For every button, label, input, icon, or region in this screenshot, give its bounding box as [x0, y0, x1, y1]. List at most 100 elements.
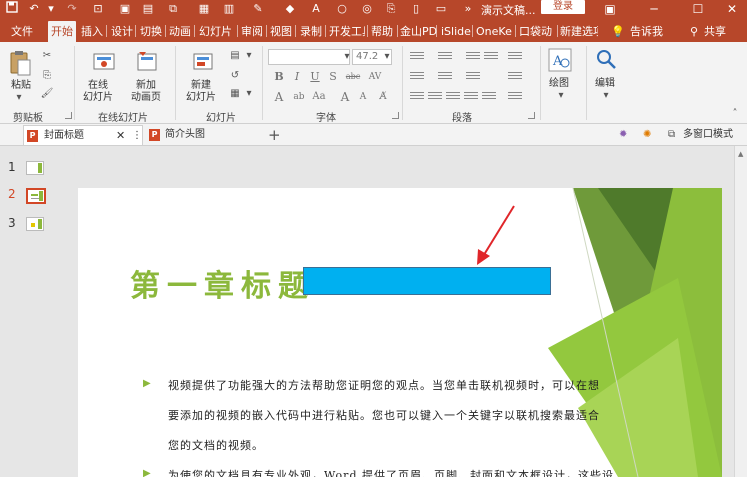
- editing-icon[interactable]: [595, 48, 617, 73]
- section-dropdown-icon[interactable]: ▾: [242, 88, 256, 100]
- tab-file[interactable]: 文件: [11, 23, 33, 40]
- save-icon[interactable]: [4, 1, 20, 17]
- maximize-icon[interactable]: ☐: [684, 1, 712, 17]
- clear-format-icon[interactable]: A̸: [376, 90, 390, 104]
- decrease-indent-icon[interactable]: [466, 52, 480, 62]
- font-color-icon[interactable]: A: [308, 1, 324, 17]
- document-icon[interactable]: ▯: [408, 1, 424, 17]
- font-color-button-icon[interactable]: A: [272, 90, 286, 104]
- online-slides-icon[interactable]: [93, 51, 115, 76]
- add-tab-button[interactable]: +: [268, 125, 281, 145]
- tab-slideshow[interactable]: 幻灯片: [199, 23, 235, 40]
- smartart-icon[interactable]: [466, 72, 480, 82]
- bold-icon[interactable]: B: [272, 70, 286, 84]
- share-button[interactable]: 共享: [704, 23, 726, 40]
- login-button[interactable]: 登录: [541, 0, 585, 14]
- drawing-dropdown-icon[interactable]: ▾: [554, 90, 568, 102]
- plugin-icon[interactable]: ✹: [619, 125, 627, 145]
- distributed-icon[interactable]: [482, 92, 496, 102]
- section-icon[interactable]: ▦: [228, 88, 242, 100]
- slide-thumbnail-selected[interactable]: [26, 188, 46, 204]
- tab-oneke[interactable]: OneKe: [476, 23, 512, 40]
- page-icon[interactable]: ▤: [140, 1, 156, 17]
- new-slide-icon[interactable]: [193, 51, 215, 76]
- vertical-scrollbar[interactable]: ▲: [734, 146, 747, 477]
- slide-title[interactable]: 第一章标题: [130, 261, 315, 305]
- layout-dropdown-icon[interactable]: ▾: [242, 50, 256, 62]
- clipboard-launcher-icon[interactable]: [65, 112, 72, 119]
- tab-design[interactable]: 设计: [111, 23, 133, 40]
- multi-window-mode-button[interactable]: 多窗口模式: [683, 125, 733, 145]
- tab-developer[interactable]: 开发工具: [329, 23, 365, 40]
- pen-icon[interactable]: ✎: [250, 1, 266, 17]
- start-from-beginning-icon[interactable]: ⊡: [90, 1, 106, 17]
- close-icon[interactable]: ✕: [718, 1, 746, 17]
- new-animation-page-button[interactable]: 新加 动画页: [131, 80, 161, 104]
- paste-label[interactable]: 粘贴: [11, 80, 31, 92]
- layout-icon[interactable]: ▤: [228, 50, 242, 62]
- tell-me-box[interactable]: 告诉我: [630, 23, 663, 40]
- ribbon-display-options-icon[interactable]: ▣: [596, 1, 624, 17]
- paste-icon[interactable]: [10, 50, 32, 81]
- highlight-icon[interactable]: ab: [292, 90, 306, 104]
- copy-small-icon[interactable]: ⎘: [40, 70, 54, 82]
- drawing-icon[interactable]: A: [548, 48, 572, 75]
- change-case-icon[interactable]: Aa: [312, 90, 326, 104]
- blue-rectangle-shape[interactable]: [303, 267, 551, 295]
- editing-dropdown-icon[interactable]: ▾: [599, 90, 613, 102]
- tab-home[interactable]: 开始: [48, 21, 76, 42]
- tab-view[interactable]: 视图: [270, 23, 292, 40]
- new-slide-button[interactable]: 新建 幻灯片: [186, 80, 216, 104]
- editing-button[interactable]: 编辑: [595, 78, 615, 90]
- arrange-icon[interactable]: ⧉: [165, 1, 181, 17]
- text-direction-icon[interactable]: [410, 72, 424, 82]
- online-slides-button[interactable]: 在线 幻灯片: [83, 80, 113, 104]
- tab-pocket-animation[interactable]: 口袋动: [519, 23, 552, 40]
- justify-icon[interactable]: [464, 92, 478, 102]
- increase-font-icon[interactable]: A: [338, 90, 352, 104]
- doc-tab-intro-image[interactable]: P 简介头图: [146, 125, 256, 145]
- cut-icon[interactable]: ✂: [40, 50, 54, 62]
- shape-oval-icon[interactable]: ○: [334, 1, 350, 17]
- tab-record[interactable]: 录制: [300, 23, 322, 40]
- copy-icon[interactable]: ⎘: [383, 1, 399, 17]
- collapse-ribbon-icon[interactable]: ˄: [728, 108, 742, 120]
- tab-kingsoft-pd[interactable]: 金山PD: [400, 23, 437, 40]
- tab-insert[interactable]: 插入: [81, 23, 103, 40]
- minimize-icon[interactable]: ─: [640, 1, 668, 17]
- redo-icon[interactable]: ↷: [64, 1, 80, 17]
- align-left-icon[interactable]: [410, 92, 424, 102]
- settings-icon[interactable]: ✺: [643, 125, 651, 145]
- drawing-button[interactable]: 绘图: [549, 78, 569, 90]
- tab-islide[interactable]: iSlide: [441, 23, 471, 40]
- doc-tab-cover-title[interactable]: P 封面标题 ✕ ⋮: [23, 125, 143, 145]
- align-center-icon[interactable]: [428, 92, 442, 102]
- shadow-icon[interactable]: S: [326, 70, 340, 84]
- align-icon[interactable]: ▥: [221, 1, 237, 17]
- font-size-dropdown-icon[interactable]: ▾: [380, 51, 394, 63]
- font-name-box[interactable]: [268, 49, 350, 65]
- italic-icon[interactable]: I: [290, 70, 304, 84]
- tab-new-option[interactable]: 新建选项: [560, 23, 598, 40]
- tab-help[interactable]: 帮助: [371, 23, 393, 40]
- fill-icon[interactable]: ◆: [282, 1, 298, 17]
- character-spacing-icon[interactable]: AV: [366, 70, 384, 84]
- align-right-icon[interactable]: [446, 92, 460, 102]
- column-spacing-icon[interactable]: [508, 92, 522, 102]
- clipboard-icon[interactable]: ▣: [117, 1, 133, 17]
- tell-me-lightbulb-icon[interactable]: 💡: [611, 23, 625, 40]
- new-slide-icon[interactable]: ▭: [433, 1, 449, 17]
- slide-canvas[interactable]: 第一章标题 ▶ 视频提供了功能强大的方法帮助您证明您的观点。当您单击联机视频时，…: [78, 188, 722, 477]
- format-painter-icon[interactable]: 🖌: [40, 88, 54, 100]
- multi-window-icon[interactable]: ⧉: [668, 125, 675, 145]
- more-commands-icon[interactable]: »: [460, 1, 476, 17]
- person-icon[interactable]: ⚲: [690, 23, 698, 40]
- increase-indent-icon[interactable]: [484, 52, 498, 62]
- undo-dropdown-icon[interactable]: ▾: [43, 1, 59, 17]
- align-text-icon[interactable]: [438, 72, 452, 82]
- grid-icon[interactable]: ▦: [196, 1, 212, 17]
- scroll-up-icon[interactable]: ▲: [738, 150, 743, 158]
- tab-menu-icon[interactable]: ⋮: [132, 126, 142, 146]
- close-tab-icon[interactable]: ✕: [116, 126, 125, 146]
- font-launcher-icon[interactable]: [392, 112, 399, 119]
